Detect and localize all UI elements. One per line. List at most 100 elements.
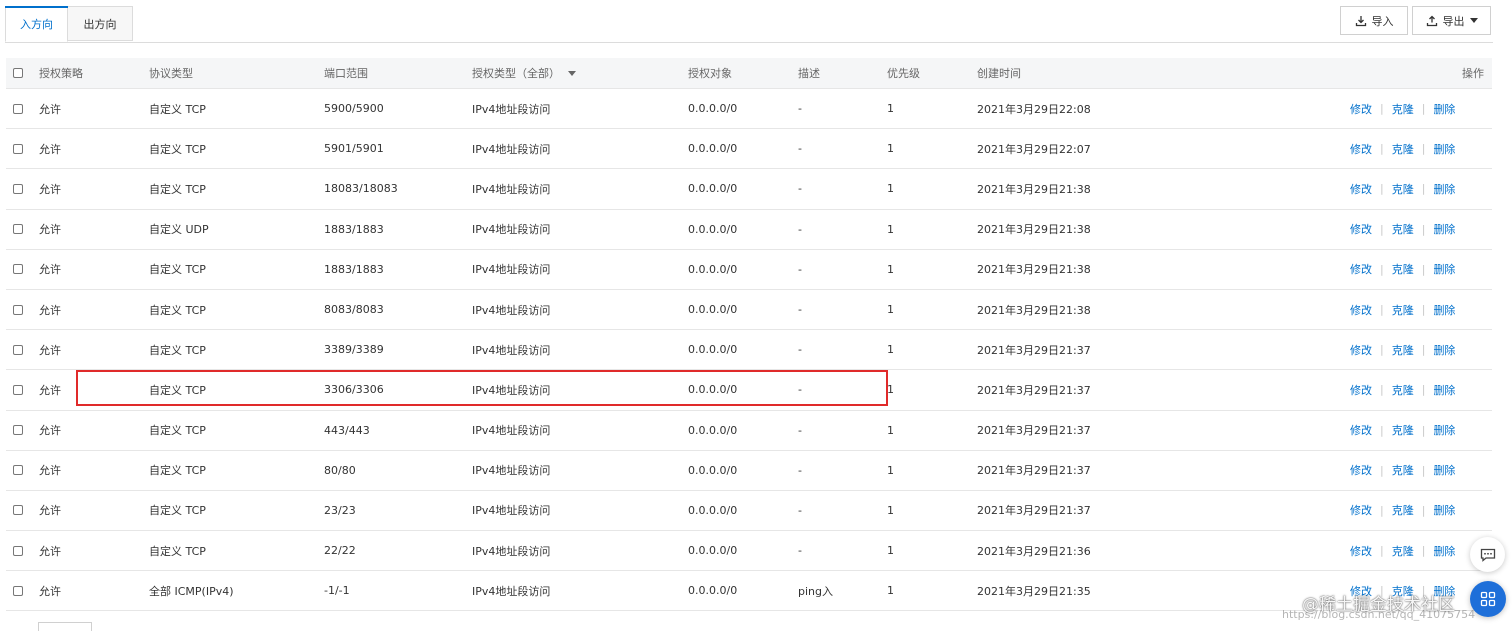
- rule-policy: 允许: [39, 102, 61, 116]
- delete-link[interactable]: 删除: [1433, 342, 1455, 358]
- row-checkbox[interactable]: [13, 505, 23, 516]
- delete-link[interactable]: 删除: [1433, 382, 1455, 398]
- clone-link[interactable]: 克隆: [1392, 583, 1414, 599]
- row-checkbox[interactable]: [13, 224, 23, 235]
- row-select-cell: [13, 370, 23, 409]
- clone-link[interactable]: 克隆: [1392, 261, 1414, 277]
- delete-link[interactable]: 删除: [1433, 543, 1455, 559]
- import-button[interactable]: 导入: [1340, 6, 1408, 35]
- rule-protocol: 自定义 TCP: [149, 102, 206, 116]
- edit-link[interactable]: 修改: [1350, 422, 1372, 438]
- table-row: 允许 自定义 TCP 443/443 IPv4地址段访问 0.0.0.0/0 - 1 2021…: [6, 410, 1492, 451]
- clone-link[interactable]: 克隆: [1392, 221, 1414, 237]
- row-checkbox[interactable]: [13, 585, 23, 596]
- row-checkbox[interactable]: [13, 545, 23, 556]
- rule-created: 2021年3月29日21:35: [977, 584, 1091, 598]
- row-checkbox[interactable]: [13, 384, 23, 395]
- delete-link[interactable]: 删除: [1433, 101, 1455, 117]
- rule-auth-type: IPv4地址段访问: [472, 343, 551, 357]
- clone-link[interactable]: 克隆: [1392, 181, 1414, 197]
- delete-link[interactable]: 删除: [1433, 302, 1455, 318]
- clone-link[interactable]: 克隆: [1392, 342, 1414, 358]
- upload-icon: [1426, 15, 1437, 26]
- tab-outbound[interactable]: 出方向: [68, 6, 133, 41]
- row-checkbox[interactable]: [13, 465, 23, 476]
- clone-link[interactable]: 克隆: [1392, 462, 1414, 478]
- table-row: 允许 自定义 TCP 3306/3306 IPv4地址段访问 0.0.0.0/0 - 1 20…: [6, 370, 1492, 411]
- clone-link[interactable]: 克隆: [1392, 141, 1414, 157]
- clone-link[interactable]: 克隆: [1392, 543, 1414, 559]
- delete-link[interactable]: 删除: [1433, 583, 1455, 599]
- rule-policy: 允许: [39, 223, 61, 237]
- delete-link[interactable]: 删除: [1433, 462, 1455, 478]
- edit-link[interactable]: 修改: [1350, 181, 1372, 197]
- edit-link[interactable]: 修改: [1350, 462, 1372, 478]
- row-checkbox[interactable]: [13, 103, 23, 114]
- row-checkbox[interactable]: [13, 143, 23, 154]
- action-separator: |: [1380, 383, 1384, 397]
- edit-link[interactable]: 修改: [1350, 342, 1372, 358]
- row-checkbox[interactable]: [13, 425, 23, 436]
- rule-policy: 允许: [39, 504, 61, 518]
- edit-link[interactable]: 修改: [1350, 101, 1372, 117]
- rule-auth-target: 0.0.0.0/0: [688, 544, 738, 558]
- rule-auth-type: IPv4地址段访问: [472, 383, 551, 397]
- action-separator: |: [1380, 262, 1384, 276]
- delete-link[interactable]: 删除: [1433, 221, 1455, 237]
- rule-description: -: [798, 303, 802, 317]
- rule-description: -: [798, 383, 802, 397]
- clone-link[interactable]: 克隆: [1392, 382, 1414, 398]
- clone-link[interactable]: 克隆: [1392, 101, 1414, 117]
- rule-created: 2021年3月29日21:37: [977, 383, 1091, 397]
- table-row: 允许 自定义 TCP 1883/1883 IPv4地址段访问 0.0.0.0/0 - 1 20…: [6, 249, 1492, 290]
- action-separator: |: [1380, 142, 1384, 156]
- select-all-checkbox[interactable]: [13, 68, 23, 78]
- filter-caret-icon[interactable]: [568, 70, 576, 76]
- edit-link[interactable]: 修改: [1350, 221, 1372, 237]
- rule-created: 2021年3月29日21:37: [977, 464, 1091, 478]
- edit-link[interactable]: 修改: [1350, 141, 1372, 157]
- edit-link[interactable]: 修改: [1350, 583, 1372, 599]
- delete-link[interactable]: 删除: [1433, 422, 1455, 438]
- row-checkbox[interactable]: [13, 304, 23, 315]
- action-separator: |: [1380, 584, 1384, 598]
- row-checkbox[interactable]: [13, 344, 23, 355]
- delete-link[interactable]: 删除: [1433, 261, 1455, 277]
- rule-priority: 1: [887, 343, 894, 357]
- rule-auth-target: 0.0.0.0/0: [688, 222, 738, 236]
- rule-auth-type: IPv4地址段访问: [472, 102, 551, 116]
- edit-link[interactable]: 修改: [1350, 261, 1372, 277]
- app-launcher-button[interactable]: [1470, 581, 1506, 617]
- header-created: 创建时间: [977, 67, 1021, 80]
- clone-link[interactable]: 克隆: [1392, 422, 1414, 438]
- edit-link[interactable]: 修改: [1350, 502, 1372, 518]
- rule-priority: 1: [887, 423, 894, 437]
- rule-description: -: [798, 463, 802, 477]
- rule-policy: 允许: [39, 142, 61, 156]
- table-row: 允许 自定义 TCP 22/22 IPv4地址段访问 0.0.0.0/0 - 1 2021年3…: [6, 531, 1492, 572]
- header-actions: 操作: [1462, 67, 1484, 80]
- clone-link[interactable]: 克隆: [1392, 502, 1414, 518]
- rule-port-range: 22/22: [324, 544, 356, 558]
- import-button-label: 导入: [1371, 14, 1394, 28]
- header-priority: 优先级: [887, 67, 920, 80]
- row-checkbox[interactable]: [13, 264, 23, 275]
- row-checkbox[interactable]: [13, 183, 23, 194]
- header-policy: 授权策略: [39, 67, 83, 80]
- delete-link[interactable]: 删除: [1433, 141, 1455, 157]
- delete-link[interactable]: 删除: [1433, 181, 1455, 197]
- rule-port-range: 1883/1883: [324, 222, 384, 236]
- row-select-cell: [13, 491, 23, 530]
- delete-link[interactable]: 删除: [1433, 502, 1455, 518]
- pagination-select[interactable]: [38, 622, 92, 631]
- download-icon: [1355, 15, 1366, 26]
- clone-link[interactable]: 克隆: [1392, 302, 1414, 318]
- tab-inbound[interactable]: 入方向: [5, 6, 68, 42]
- edit-link[interactable]: 修改: [1350, 543, 1372, 559]
- edit-link[interactable]: 修改: [1350, 302, 1372, 318]
- action-separator: |: [1380, 303, 1384, 317]
- action-separator: |: [1421, 222, 1426, 236]
- export-button[interactable]: 导出: [1412, 6, 1491, 35]
- chat-button[interactable]: [1470, 537, 1505, 572]
- edit-link[interactable]: 修改: [1350, 382, 1372, 398]
